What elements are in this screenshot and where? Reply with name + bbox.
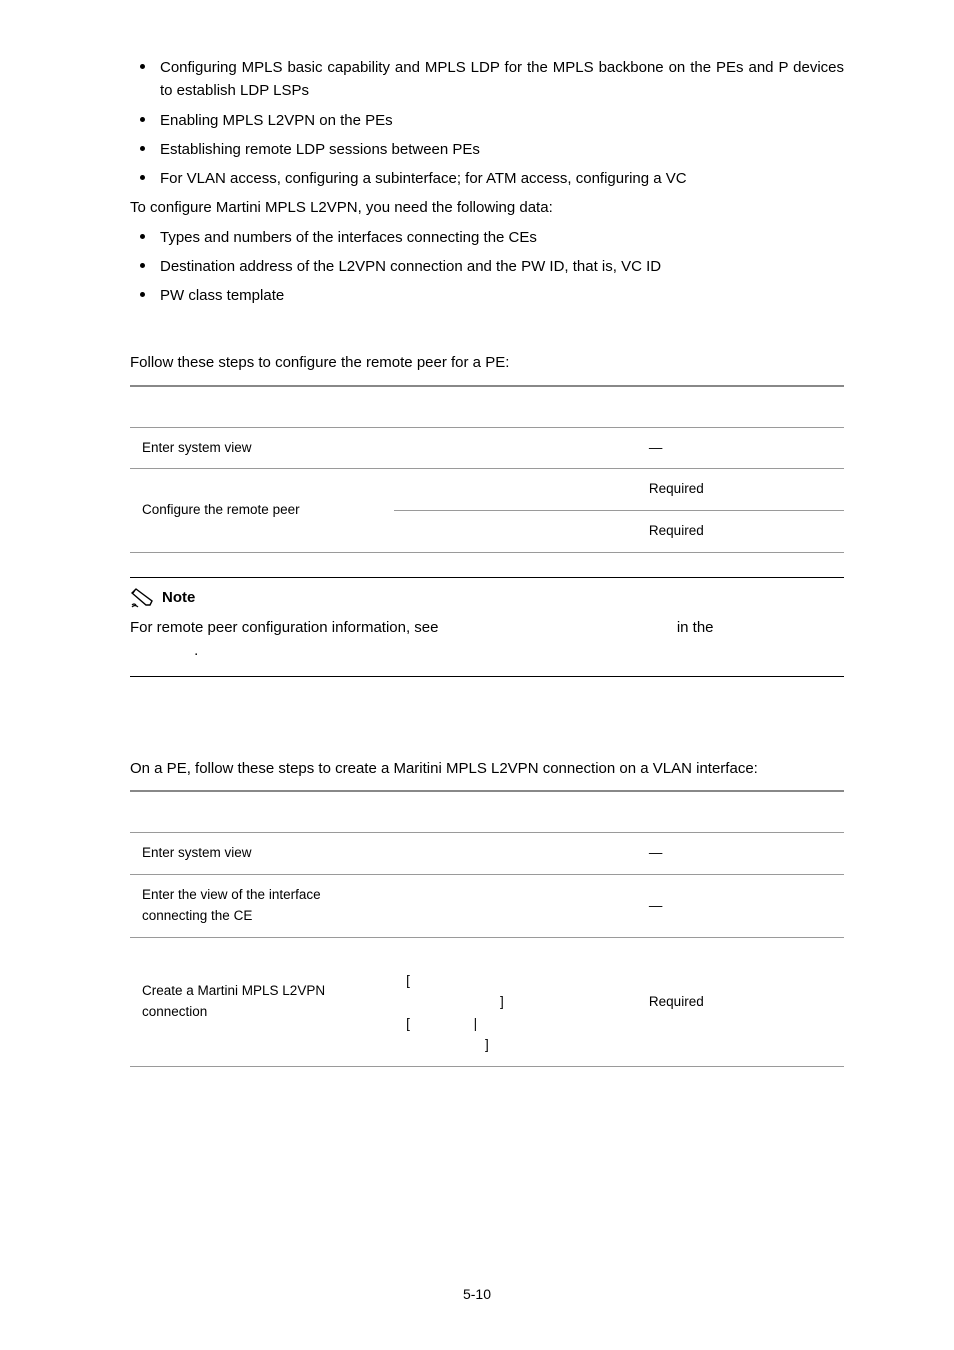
list-item: For VLAN access, configuring a subinterf… bbox=[130, 167, 844, 190]
bullet-list-data: Types and numbers of the interfaces conn… bbox=[130, 226, 844, 308]
table-intro: On a PE, follow these steps to create a … bbox=[130, 757, 844, 780]
list-item: Types and numbers of the interfaces conn… bbox=[130, 226, 844, 249]
table-row: Enter system view — bbox=[130, 833, 844, 875]
body-text: To configure Martini MPLS L2VPN, you nee… bbox=[130, 196, 844, 219]
table-cell-todo: Create a Martini MPLS L2VPN connection bbox=[130, 938, 394, 1067]
table-cell-cmd: [ ] [ | ] bbox=[394, 938, 637, 1067]
table-header-cell bbox=[130, 791, 394, 833]
table-cell-remarks: Required bbox=[637, 938, 844, 1067]
table-cell-todo: Enter system view bbox=[130, 833, 394, 875]
table-cell-remarks: Required bbox=[637, 469, 844, 511]
page-number: 5-10 bbox=[0, 1284, 954, 1306]
list-item: Destination address of the L2VPN connect… bbox=[130, 255, 844, 278]
table-cell-cmd bbox=[394, 511, 637, 553]
table-cell-todo: Enter the view of the interface connecti… bbox=[130, 875, 394, 938]
table-cell-todo: Configure the remote peer bbox=[130, 469, 394, 553]
table-cell-remarks: Required bbox=[637, 511, 844, 553]
bullet-list-prereq: Configuring MPLS basic capability and MP… bbox=[130, 56, 844, 190]
note-text: . bbox=[194, 642, 198, 659]
list-item: Configuring MPLS basic capability and MP… bbox=[130, 56, 844, 103]
note-text: For remote peer configuration informatio… bbox=[130, 619, 443, 636]
table-header-cell bbox=[130, 386, 394, 428]
table-header-row bbox=[130, 791, 844, 833]
table-cell-remarks: — bbox=[637, 427, 844, 469]
table-cell-remarks: — bbox=[637, 875, 844, 938]
list-item: Enabling MPLS L2VPN on the PEs bbox=[130, 109, 844, 132]
table-row: Create a Martini MPLS L2VPN connection [… bbox=[130, 938, 844, 1067]
table-row: Enter the view of the interface connecti… bbox=[130, 875, 844, 938]
list-item: PW class template bbox=[130, 284, 844, 307]
table-intro: Follow these steps to configure the remo… bbox=[130, 351, 844, 374]
table-cell-cmd bbox=[394, 427, 637, 469]
table-cell-cmd bbox=[394, 469, 637, 511]
note-text: in the bbox=[677, 619, 714, 636]
table-header-cell bbox=[637, 791, 844, 833]
note-icon bbox=[130, 587, 156, 609]
table-cell-remarks: — bbox=[637, 833, 844, 875]
table-row: Enter system view — bbox=[130, 427, 844, 469]
table-row: Configure the remote peer Required bbox=[130, 469, 844, 511]
table-header-row bbox=[130, 386, 844, 428]
table-header-cell bbox=[394, 791, 637, 833]
note-body: For remote peer configuration informatio… bbox=[130, 616, 844, 663]
config-table-remote-peer: Enter system view — Configure the remote… bbox=[130, 385, 844, 554]
note-block: Note For remote peer configuration infor… bbox=[130, 577, 844, 677]
table-cell-todo: Enter system view bbox=[130, 427, 394, 469]
note-title: Note bbox=[162, 586, 195, 609]
list-item: Establishing remote LDP sessions between… bbox=[130, 138, 844, 161]
config-table-vlan: Enter system view — Enter the view of th… bbox=[130, 790, 844, 1067]
table-header-cell bbox=[637, 386, 844, 428]
table-cell-cmd bbox=[394, 875, 637, 938]
table-header-cell bbox=[394, 386, 637, 428]
table-cell-cmd bbox=[394, 833, 637, 875]
